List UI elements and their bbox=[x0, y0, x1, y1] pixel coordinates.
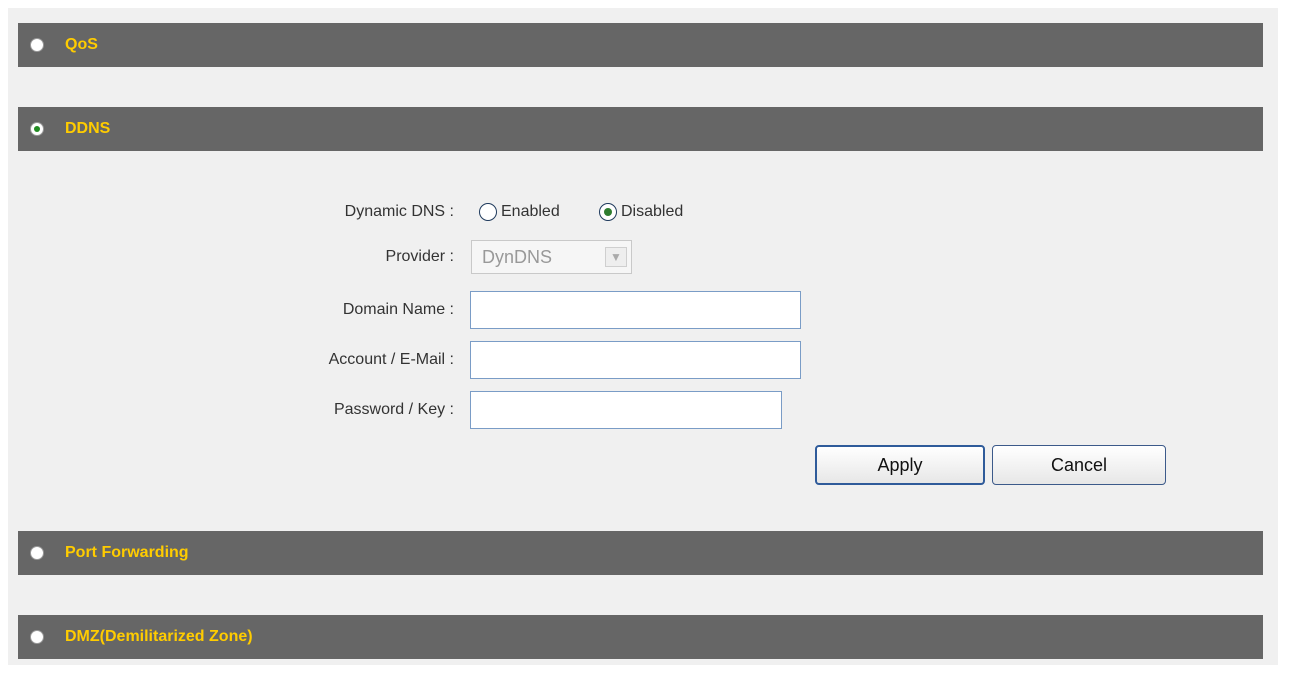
section-dmz[interactable]: DMZ(Demilitarized Zone) bbox=[18, 615, 1263, 659]
ddns-radio-icon[interactable] bbox=[30, 122, 44, 136]
section-ddns[interactable]: DDNS bbox=[18, 107, 1263, 151]
account-email-label: Account / E-Mail : bbox=[328, 351, 454, 368]
apply-button[interactable]: Apply bbox=[815, 445, 985, 485]
dynamic-dns-label: Dynamic DNS : bbox=[344, 203, 454, 220]
qos-radio-icon[interactable] bbox=[30, 38, 44, 52]
dmz-radio-icon[interactable] bbox=[30, 630, 44, 644]
enabled-radio[interactable] bbox=[479, 203, 497, 221]
chevron-down-icon[interactable]: ▼ bbox=[605, 247, 627, 267]
password-key-input[interactable] bbox=[470, 391, 782, 429]
domain-name-input[interactable] bbox=[470, 291, 801, 329]
cancel-button[interactable]: Cancel bbox=[992, 445, 1166, 485]
provider-select[interactable]: DynDNS ▼ bbox=[471, 240, 632, 274]
section-qos-title: QoS bbox=[65, 36, 98, 53]
section-dmz-title: DMZ(Demilitarized Zone) bbox=[65, 628, 253, 645]
dynamic-dns-enabled-option[interactable]: Enabled bbox=[479, 203, 560, 221]
disabled-radio[interactable] bbox=[599, 203, 617, 221]
disabled-label: Disabled bbox=[621, 203, 684, 220]
password-key-label: Password / Key : bbox=[333, 401, 454, 418]
section-ddns-title: DDNS bbox=[65, 120, 111, 137]
section-qos[interactable]: QoS bbox=[18, 23, 1263, 67]
enabled-label: Enabled bbox=[501, 203, 560, 220]
dynamic-dns-disabled-option[interactable]: Disabled bbox=[599, 203, 683, 221]
domain-name-label: Domain Name : bbox=[342, 301, 454, 318]
provider-selected-value: DynDNS bbox=[482, 246, 553, 267]
section-port-forwarding-title: Port Forwarding bbox=[65, 544, 189, 561]
section-port-forwarding[interactable]: Port Forwarding bbox=[18, 531, 1263, 575]
account-email-input[interactable] bbox=[470, 341, 801, 379]
port-forwarding-radio-icon[interactable] bbox=[30, 546, 44, 560]
provider-label: Provider : bbox=[385, 248, 454, 265]
